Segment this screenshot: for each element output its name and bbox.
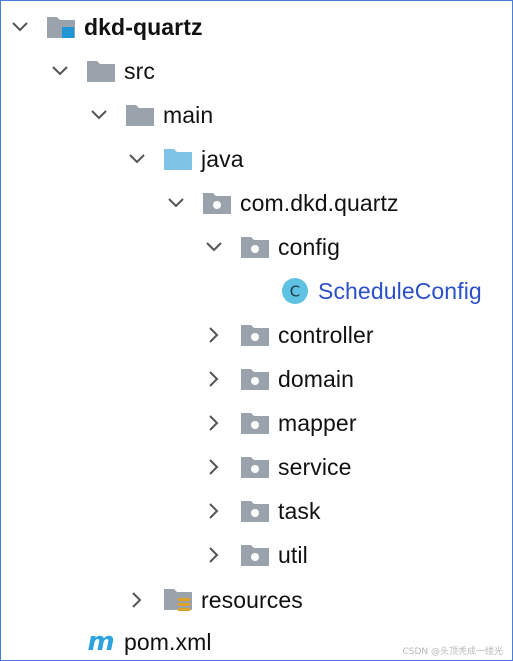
class-icon: C — [278, 277, 312, 305]
chevron-down-icon[interactable] — [6, 13, 34, 41]
tree-node-src[interactable]: src — [46, 53, 155, 89]
node-label: util — [278, 542, 308, 568]
module-folder-icon — [44, 13, 78, 41]
package-icon — [238, 409, 272, 437]
node-label: config — [278, 234, 340, 260]
package-icon — [238, 233, 272, 261]
node-label: service — [278, 454, 352, 480]
chevron-down-icon[interactable] — [85, 101, 113, 129]
chevron-right-icon[interactable] — [200, 409, 228, 437]
node-label: src — [124, 58, 155, 84]
node-label: java — [201, 146, 244, 172]
maven-badge: m — [87, 628, 114, 656]
maven-icon: m — [84, 628, 118, 656]
node-label: dkd-quartz — [84, 14, 203, 40]
chevron-right-icon[interactable] — [200, 497, 228, 525]
resources-folder-icon — [161, 586, 195, 614]
node-label: main — [163, 102, 214, 128]
package-icon — [238, 541, 272, 569]
package-icon — [238, 321, 272, 349]
chevron-down-icon[interactable] — [46, 57, 74, 85]
tree-node-resources[interactable]: resources — [123, 582, 303, 618]
tree-node-pom-xml[interactable]: m pom.xml — [46, 624, 212, 660]
package-icon — [238, 497, 272, 525]
node-label: controller — [278, 322, 374, 348]
tree-node-service[interactable]: service — [200, 449, 352, 485]
watermark: CSDN @头顶秃成一缕光 — [402, 647, 503, 657]
node-label: resources — [201, 587, 303, 613]
package-icon — [238, 365, 272, 393]
node-label: pom.xml — [124, 629, 212, 655]
chevron-right-icon[interactable] — [200, 321, 228, 349]
chevron-down-icon[interactable] — [123, 145, 151, 173]
chevron-down-icon[interactable] — [162, 189, 190, 217]
tree-node-schedule-config[interactable]: C ScheduleConfig — [240, 273, 482, 309]
tree-node-java[interactable]: java — [123, 141, 244, 177]
project-tree: dkd-quartz src main java com.dkd.quartz … — [0, 0, 513, 661]
folder-icon — [84, 57, 118, 85]
chevron-down-icon[interactable] — [200, 233, 228, 261]
tree-node-dkd-quartz[interactable]: dkd-quartz — [6, 9, 203, 45]
package-icon — [200, 189, 234, 217]
tree-node-config[interactable]: config — [200, 229, 340, 265]
node-label: task — [278, 498, 321, 524]
tree-node-main[interactable]: main — [85, 97, 213, 133]
folder-icon — [123, 101, 157, 129]
node-label: domain — [278, 366, 355, 392]
node-label: ScheduleConfig — [318, 278, 482, 304]
class-badge: C — [290, 283, 300, 301]
chevron-right-icon[interactable] — [123, 586, 151, 614]
node-label: mapper — [278, 410, 357, 436]
tree-node-task[interactable]: task — [200, 493, 321, 529]
tree-node-com-dkd-quartz[interactable]: com.dkd.quartz — [162, 185, 399, 221]
tree-node-util[interactable]: util — [200, 537, 308, 573]
chevron-right-icon[interactable] — [200, 541, 228, 569]
tree-node-domain[interactable]: domain — [200, 361, 354, 397]
node-label: com.dkd.quartz — [240, 190, 399, 216]
source-root-folder-icon — [161, 145, 195, 173]
package-icon — [238, 453, 272, 481]
chevron-right-icon[interactable] — [200, 453, 228, 481]
tree-node-controller[interactable]: controller — [200, 317, 374, 353]
tree-node-mapper[interactable]: mapper — [200, 405, 357, 441]
chevron-right-icon[interactable] — [200, 365, 228, 393]
